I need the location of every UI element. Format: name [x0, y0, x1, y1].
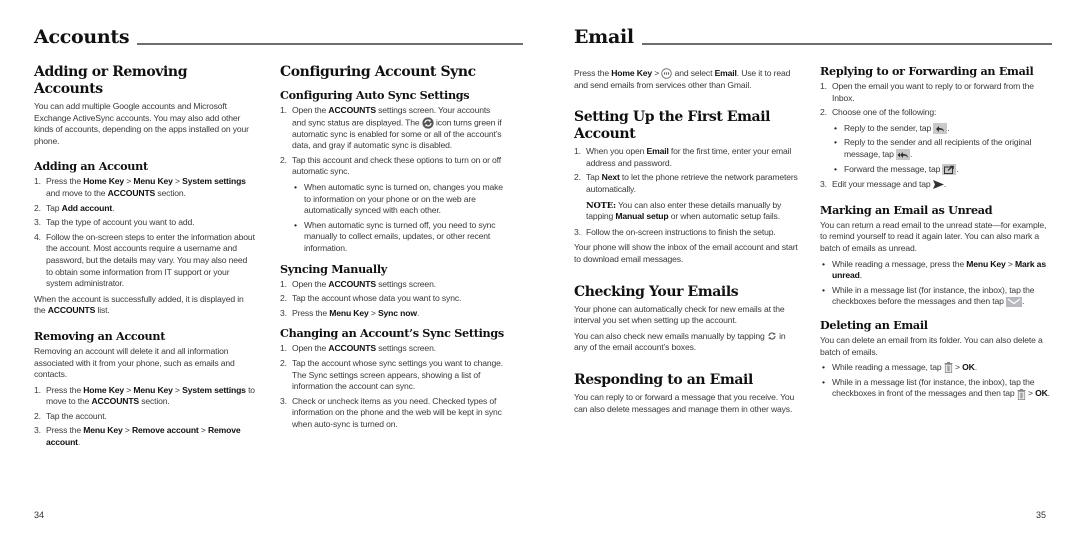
bullet: While reading a message, tap > OK. — [820, 362, 1050, 374]
deleting-bullets: While reading a message, tap > OK. While… — [820, 362, 1050, 400]
column-email-main: Press the Home Key > and select Email. U… — [574, 68, 800, 419]
chapter-header-email: Email — [574, 25, 1052, 49]
paragraph: When the account is successfully added, … — [34, 293, 244, 316]
section-title: Adding or Removing Accounts — [34, 64, 188, 97]
subsection-title: Configuring Auto Sync Settings — [280, 88, 470, 102]
step: 4. Follow the on-screen steps to enter th… — [34, 231, 255, 289]
adding-steps: 1. Press the Home Key > Menu Key > System… — [34, 176, 256, 289]
reply-options: Reply to the sender, tap . Reply to the … — [832, 123, 1050, 175]
step: 3. Follow the on-screen instructions to f… — [574, 226, 776, 237]
subsection-title: Removing an Account — [34, 328, 166, 343]
sync-status-icon — [422, 116, 434, 129]
reply-icon — [933, 123, 948, 135]
replying-steps: 1. Open the email you want to reply to or… — [820, 81, 1050, 191]
bullet: While in a message list (for instance, t… — [820, 377, 1050, 400]
step: 1. Open the ACCOUNTS settings screen. — [280, 278, 436, 289]
subsection-title: Marking an Email as Unread — [820, 202, 993, 217]
column-adding-removing: Adding or Removing Accounts You can add … — [34, 64, 256, 453]
step: 1. When you open Email for the first time… — [574, 146, 792, 168]
step: 2. Tap the account whose data you want to… — [280, 293, 462, 304]
auto-sync-bullets: When automatic sync is turned on, change… — [292, 182, 506, 255]
step: 2.Choose one of the following: Reply to … — [820, 107, 1050, 175]
mark-unread-icon — [1006, 297, 1022, 308]
chapter-rule — [641, 43, 1052, 45]
paragraph: You can delete an email from its folder.… — [820, 334, 1043, 357]
bullet: Forward the message, tap . — [832, 164, 1050, 176]
trash-icon — [1017, 388, 1026, 400]
apps-icon — [661, 68, 673, 79]
chapter-title: Email — [574, 26, 634, 48]
bullet: While reading a message, press the Menu … — [820, 259, 1050, 282]
section-intro: You can add multiple Google accounts and… — [34, 101, 249, 146]
paragraph: You can also check new emails manually b… — [574, 330, 786, 353]
column-email-actions: Replying to or Forwarding an Email 1. Ope… — [820, 64, 1050, 404]
step: 2. Tap the account whose sync settings yo… — [280, 357, 504, 392]
removing-steps: 1. Press the Home Key > Menu Key > System… — [34, 385, 256, 449]
trash-icon — [944, 362, 953, 374]
bullet: While in a message list (for instance, t… — [820, 285, 1050, 308]
paragraph: You can reply to or forward a message th… — [574, 391, 795, 414]
step: 3. Press the Menu Key > Sync now. — [280, 307, 420, 318]
step: 3. Tap the type of account you want to ad… — [34, 217, 195, 228]
subsection-title: Deleting an Email — [820, 317, 928, 332]
page-number: 35 — [1036, 510, 1047, 520]
chapter-header-accounts: Accounts — [34, 25, 524, 49]
bullet: Reply to the sender and all recipients o… — [832, 137, 1050, 161]
step: 1. Press the Home Key > Menu Key > System… — [34, 176, 246, 198]
page-number: 34 — [34, 510, 45, 520]
step: 1. Open the ACCOUNTS settings screen. — [280, 343, 436, 354]
section-title: Setting Up the First Email Account — [574, 109, 771, 143]
chapter-rule — [137, 43, 524, 45]
changing-sync-steps: 1. Open the ACCOUNTS settings screen. 2. T… — [280, 343, 506, 430]
forward-icon — [942, 163, 957, 175]
bullet: Reply to the sender, tap . — [832, 123, 1050, 135]
note: NOTE: You can also enter these details m… — [586, 199, 782, 222]
column-configuring-sync: Configuring Account Sync Configuring Aut… — [280, 64, 506, 434]
section-title: Responding to an Email — [574, 371, 753, 388]
paragraph: Removing an account will delete it and a… — [34, 345, 235, 380]
refresh-icon — [767, 331, 777, 341]
step: 2. Tap Add account. — [34, 202, 115, 213]
bullet: When automatic sync is turned on, change… — [292, 182, 506, 217]
email-intro: Press the Home Key > and select Email. U… — [574, 68, 791, 90]
step: 2. Tap the account. — [34, 410, 107, 421]
subsection-title: Syncing Manually — [280, 261, 387, 276]
step: 2. Tap this account and check these optio… — [280, 155, 506, 255]
step: 3. Edit your message and tap . — [820, 179, 946, 190]
step: 1. Open the email you want to reply to or… — [820, 81, 1034, 103]
step: 2. Tap Next to let the phone retrieve the… — [574, 172, 800, 222]
step: 3. Press the Menu Key > Remove account > … — [34, 425, 241, 448]
manual-sync-steps: 1. Open the ACCOUNTS settings screen. 2. T… — [280, 279, 506, 320]
auto-sync-steps: 1. Open the ACCOUNTS settings screen. You… — [280, 105, 506, 255]
paragraph: You can return a read email to the unrea… — [820, 219, 1047, 253]
chapter-title: Accounts — [34, 26, 130, 48]
paragraph: Your phone can automatically check for n… — [574, 303, 785, 326]
step: 3. Check or uncheck items as you need. Ch… — [280, 395, 502, 429]
subsection-title: Changing an Account’s Sync Settings — [280, 326, 504, 341]
unread-bullets: While reading a message, press the Menu … — [820, 259, 1050, 308]
subsection-title: Adding an Account — [34, 159, 148, 174]
section-title: Checking Your Emails — [574, 283, 739, 300]
step: 1. Press the Home Key > Menu Key > System… — [34, 384, 255, 407]
section-title: Configuring Account Sync — [280, 64, 476, 80]
left-page: Accounts Adding or Removing Accounts You… — [0, 0, 540, 539]
send-icon — [932, 180, 944, 190]
step: 1. Open the ACCOUNTS settings screen. You… — [280, 105, 502, 151]
setup-steps: 1. When you open Email for the first time… — [574, 146, 800, 238]
subsection-title: Replying to or Forwarding an Email — [820, 64, 1034, 78]
right-page: Email Press the Home Key > and select Em… — [540, 0, 1080, 539]
paragraph: Your phone will show the inbox of the em… — [574, 242, 798, 264]
bullet: When automatic sync is turned off, you n… — [292, 220, 506, 255]
reply-all-icon — [896, 149, 911, 161]
